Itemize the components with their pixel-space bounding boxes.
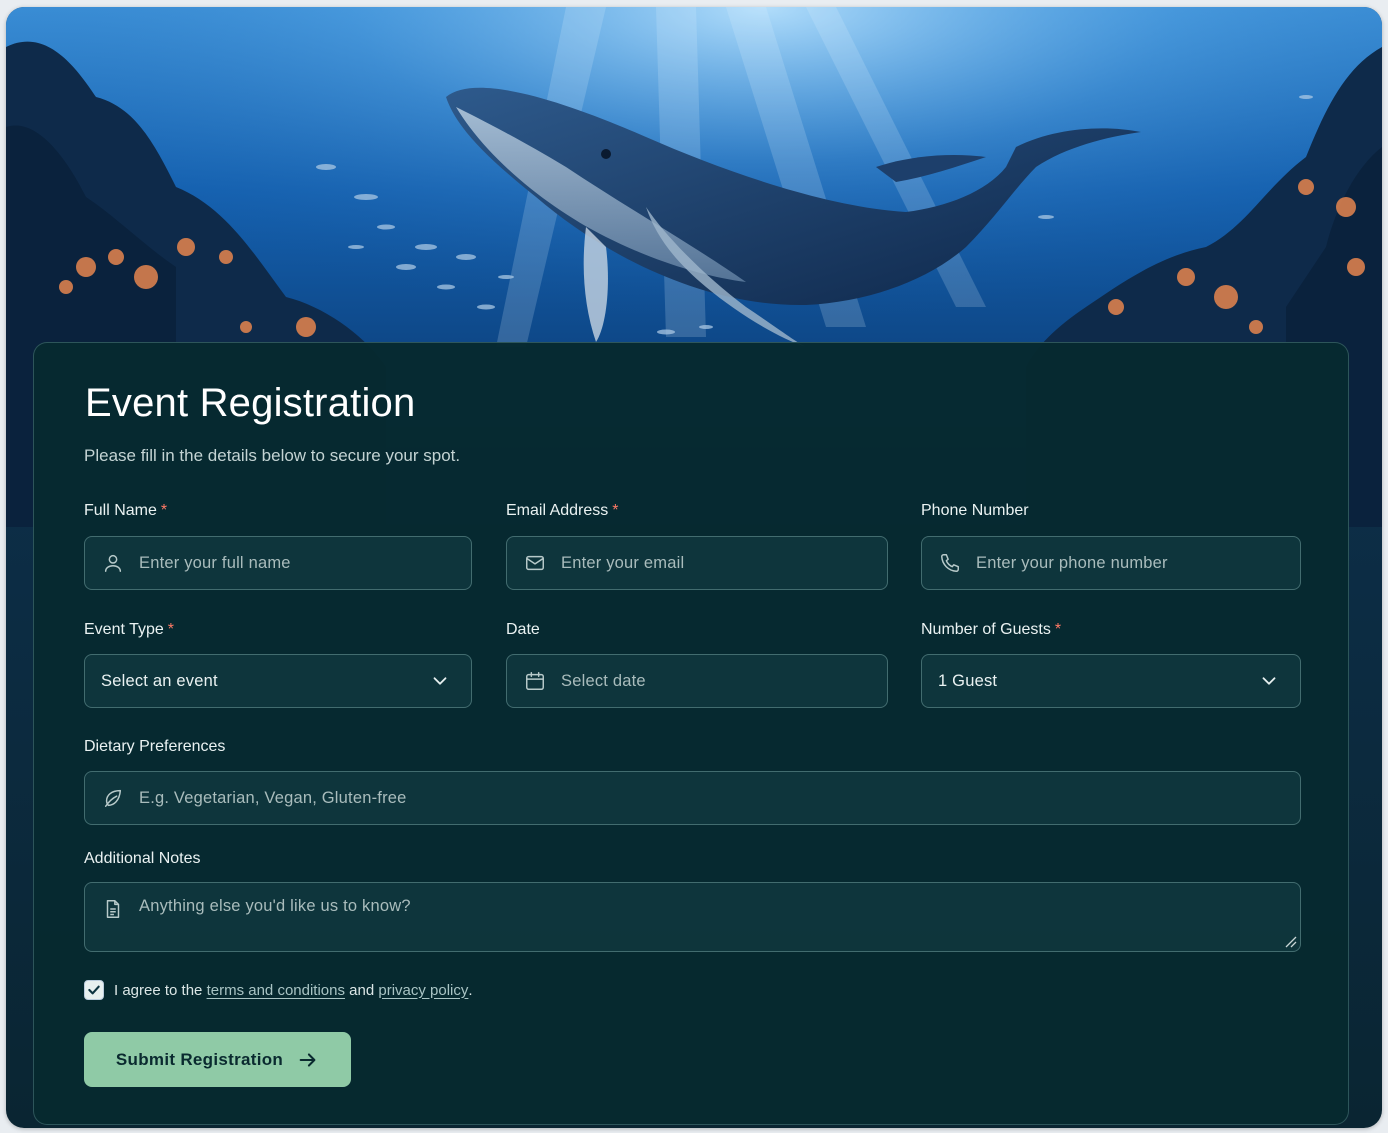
required-mark: * <box>167 621 174 638</box>
notes-label: Additional Notes <box>84 850 201 867</box>
phone-input[interactable]: Enter your phone number <box>921 536 1301 590</box>
submit-button[interactable]: Submit Registration <box>84 1032 351 1087</box>
phone-label: Phone Number <box>921 502 1029 519</box>
required-mark: * <box>160 502 168 519</box>
chevron-down-icon <box>1258 670 1280 692</box>
submit-label: Submit Registration <box>115 1049 284 1069</box>
agreement-checkbox[interactable] <box>84 980 104 1000</box>
user-icon <box>101 551 125 575</box>
registration-form-card: Event Registration Please fill in the de… <box>33 342 1349 1125</box>
form-subtitle: Please fill in the details below to secu… <box>84 446 461 465</box>
calendar-icon <box>523 669 547 693</box>
notes-placeholder: Anything else you'd like us to know? <box>139 897 411 915</box>
form-title: Event Registration <box>85 381 416 425</box>
mail-icon <box>523 551 547 575</box>
arrow-right-icon <box>297 1049 319 1071</box>
guests-value: 1 Guest <box>938 671 998 690</box>
email-input[interactable]: Enter your email <box>506 536 888 590</box>
event-type-select[interactable]: Select an event <box>84 654 472 708</box>
app-window: Event Registration Please fill in the de… <box>6 7 1382 1128</box>
agreement-prefix: I agree to the <box>114 981 203 999</box>
guests-label: Number of Guests * <box>921 621 1062 638</box>
dietary-label: Dietary Preferences <box>84 738 226 755</box>
full-name-placeholder: Enter your full name <box>139 553 291 572</box>
required-mark: * <box>1054 621 1062 638</box>
event-type-value: Select an event <box>101 671 218 690</box>
phone-placeholder: Enter your phone number <box>976 553 1168 572</box>
phone-icon <box>938 551 962 575</box>
dietary-input[interactable]: E.g. Vegetarian, Vegan, Gluten-free <box>84 771 1301 825</box>
full-name-label: Full Name * <box>84 502 168 519</box>
agreement-suffix: . <box>468 981 473 999</box>
leaf-icon <box>101 786 125 810</box>
event-type-label: Event Type * <box>84 621 174 638</box>
date-input[interactable]: Select date <box>506 654 888 708</box>
agreement-row: I agree to the terms and conditions and … <box>84 980 473 1000</box>
privacy-link[interactable]: privacy policy <box>378 982 468 999</box>
date-label: Date <box>506 621 540 638</box>
resize-handle-icon[interactable] <box>1283 934 1297 948</box>
guests-select[interactable]: 1 Guest <box>921 654 1301 708</box>
notes-textarea[interactable]: Anything else you'd like us to know? <box>84 882 1301 952</box>
terms-link[interactable]: terms and conditions <box>207 982 345 999</box>
full-name-input[interactable]: Enter your full name <box>84 536 472 590</box>
date-placeholder: Select date <box>561 671 646 690</box>
dietary-placeholder: E.g. Vegetarian, Vegan, Gluten-free <box>139 788 407 807</box>
chevron-down-icon <box>429 670 451 692</box>
required-mark: * <box>612 502 619 519</box>
email-placeholder: Enter your email <box>561 553 685 572</box>
document-icon <box>101 897 125 921</box>
email-label: Email Address * <box>506 502 619 519</box>
agreement-middle: and <box>349 981 375 999</box>
